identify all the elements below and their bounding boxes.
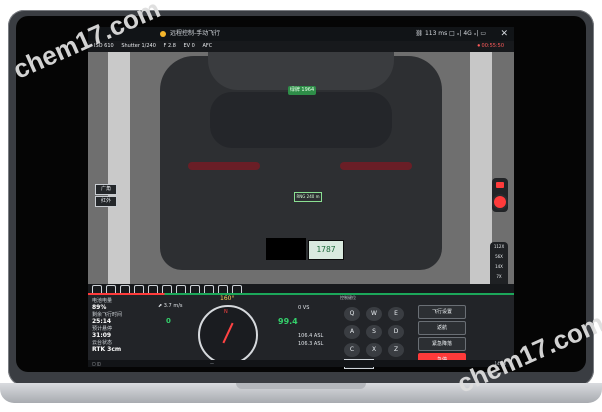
altitude-asl-2: 106.3 ASL: [298, 341, 324, 347]
taillight-right: [340, 162, 412, 170]
key-w[interactable]: W: [366, 307, 382, 321]
key-e[interactable]: E: [388, 307, 404, 321]
vertical-speed: 0 VS: [298, 305, 310, 311]
flight-hud: 电池电量 89% 剩余飞行时间 25:14 预计悬停 31:09 云台状态 RT…: [88, 295, 514, 369]
vehicle-roof: [208, 52, 394, 90]
infrared-button[interactable]: 红外: [95, 196, 117, 207]
north-indicator: N: [224, 309, 228, 315]
parking-line-right: [470, 52, 492, 284]
close-icon[interactable]: ✕: [500, 27, 508, 41]
key-q[interactable]: Q: [344, 307, 360, 321]
camera-status-bar: ISO 610 Shutter 1/240 F 2.8 EV 0 AFC ⏺ 0…: [88, 41, 514, 52]
return-home-button[interactable]: 返航: [418, 321, 466, 335]
altitude-asl: 106.4 ASL: [298, 333, 324, 339]
emergency-landing-button[interactable]: 紧急降落: [418, 337, 466, 351]
vehicle-window: [210, 92, 392, 148]
range-readout: RNG 240 m: [294, 192, 322, 202]
taskbar-left: ▢ ◫: [92, 361, 101, 366]
aperture-value: F 2.8: [163, 43, 176, 49]
taskbar-mid: —: [210, 361, 214, 366]
key-x[interactable]: X: [366, 343, 382, 357]
parking-line-left: [108, 52, 130, 284]
battery-value: 89%: [92, 304, 107, 311]
network-status: ⛓ 113 ms □ ₓ| 4G ₓ| ▭: [415, 30, 486, 37]
record-button[interactable]: [494, 196, 506, 208]
app-screen: 远程控制-手动飞行 ⛓ 113 ms □ ₓ| 4G ₓ| ▭ ✕ ISO 61…: [88, 27, 514, 369]
plate-number: 1787: [316, 245, 336, 254]
plate-redaction: [266, 238, 306, 260]
hover-value: 31:09: [92, 332, 112, 339]
altitude-value: 99.4: [278, 317, 298, 326]
flight-meta: 电池电量 89% 剩余飞行时间 25:14 预计悬停 31:09 云台状态 RT…: [92, 297, 130, 353]
control-keypad: Q W E A S D C X Z: [334, 299, 414, 363]
video-feed: 绿牌 1964 RNG 240 m 1787 广角 红外 112X 56X 14…: [88, 52, 514, 284]
laptop-notch: [236, 383, 366, 389]
window-title: 远程控制-手动飞行: [170, 30, 221, 37]
wide-angle-button[interactable]: 广角: [95, 184, 117, 195]
zoom-level[interactable]: 112X: [492, 244, 506, 249]
ev-value: EV 0: [183, 43, 195, 49]
taillight-left: [188, 162, 260, 170]
detection-tag: 绿牌 1964: [288, 86, 316, 95]
license-plate: 1787: [308, 240, 344, 260]
zoom-scale[interactable]: 112X 56X 14X 7X 2X 1X: [490, 242, 508, 284]
heading-value: 160°: [220, 295, 235, 302]
focus-mode: AFC: [202, 43, 213, 49]
key-c[interactable]: C: [344, 343, 360, 357]
record-controls: [492, 178, 508, 212]
flight-settings-button[interactable]: 飞行设置: [418, 305, 466, 319]
shutter-value: Shutter 1/240: [121, 43, 156, 49]
horizontal-speed: 0: [166, 317, 171, 325]
key-s[interactable]: S: [366, 325, 382, 339]
app-titlebar: 远程控制-手动飞行 ⛓ 113 ms □ ₓ| 4G ₓ| ▭ ✕: [88, 27, 514, 41]
zoom-level[interactable]: 7X: [492, 274, 506, 279]
camera-icon[interactable]: [496, 182, 504, 188]
gimbal-label: 云台状态: [92, 340, 113, 346]
hover-label: 预计悬停: [92, 326, 113, 332]
key-a[interactable]: A: [344, 325, 360, 339]
compass-widget: N: [198, 305, 258, 365]
flight-time-label: 剩余飞行时间: [92, 312, 123, 318]
zoom-level[interactable]: 14X: [492, 264, 506, 269]
gimbal-value: RTK 3cm: [92, 346, 122, 353]
speed-value: ⬈ 3.7 m/s: [158, 303, 183, 309]
flight-time-value: 25:14: [92, 318, 112, 325]
record-time: ⏺ 00:55:50: [477, 43, 504, 49]
system-taskbar: ▢ ◫ — 14:40: [88, 360, 514, 367]
key-z[interactable]: Z: [388, 343, 404, 357]
heading-needle: [222, 322, 234, 344]
key-d[interactable]: D: [388, 325, 404, 339]
status-dot: [160, 31, 166, 37]
battery-label: 电池电量: [92, 298, 113, 304]
zoom-level[interactable]: 56X: [492, 254, 506, 259]
